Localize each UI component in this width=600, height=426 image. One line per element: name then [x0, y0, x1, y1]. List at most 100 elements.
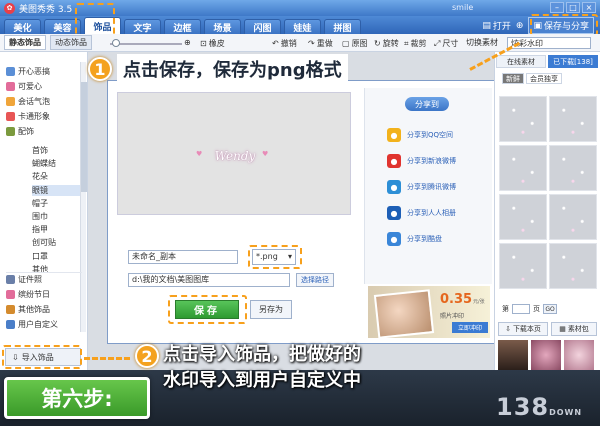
close-icon[interactable]: ×	[582, 2, 596, 13]
redo-button[interactable]: ↷ 重做	[308, 38, 333, 49]
window-controls: – □ ×	[550, 2, 596, 13]
go-button[interactable]: GO	[543, 304, 557, 314]
new-button[interactable]: ⊕	[516, 21, 524, 31]
user-name[interactable]: smile	[452, 3, 473, 12]
ad-unit: 元/张	[473, 299, 485, 305]
zoom-in-icon[interactable]: ⊕	[184, 38, 191, 47]
size-button[interactable]: ⤢ 尺寸	[434, 38, 458, 49]
material-thumbnail[interactable]	[549, 96, 597, 142]
sidebar-item-1[interactable]: 可爱心	[6, 81, 42, 92]
sidebar-bottom-item-0[interactable]: 证件照	[6, 274, 42, 285]
sidebar-bottom-item-1[interactable]: 缤纷节日	[6, 289, 50, 300]
switch-material-label: 切换素材	[466, 38, 498, 47]
material-thumbnail[interactable]	[498, 340, 528, 370]
sidebar-subitem-8[interactable]: 口罩	[32, 251, 48, 262]
filter-member[interactable]: 会员独享	[526, 73, 562, 84]
sidebar-item-3[interactable]: 卡通形象	[6, 111, 50, 122]
tab-8[interactable]: 拼图	[324, 19, 361, 34]
step2-number: 2	[135, 344, 159, 368]
tab-7[interactable]: 娃娃	[284, 19, 321, 34]
tab-animated-decor[interactable]: 动态饰品	[50, 35, 92, 50]
watermark-preview-text: Wendy	[214, 148, 256, 163]
sidebar-scrollbar[interactable]	[80, 62, 87, 332]
minimize-icon[interactable]: –	[550, 2, 564, 13]
import-highlight	[2, 345, 82, 369]
tab-6[interactable]: 闪图	[244, 19, 281, 34]
save-button-highlight	[168, 295, 247, 324]
filename-input[interactable]: 未命名_副本	[128, 250, 238, 264]
sidebar-bottom-item-3[interactable]: 用户自定义	[6, 319, 58, 330]
sidebar-subitem-7[interactable]: 创可贴	[32, 237, 56, 248]
tab-online-material[interactable]: 在线素材	[496, 55, 546, 68]
print-now-button[interactable]: 立即冲印	[452, 322, 488, 333]
material-thumbnail[interactable]	[499, 243, 547, 289]
tab-0[interactable]: 美化	[4, 19, 41, 34]
tab-static-decor[interactable]: 静态饰品	[4, 35, 46, 50]
choose-path-button[interactable]: 选择路径	[296, 273, 334, 287]
eraser-button[interactable]: ⊡ 橡皮	[200, 38, 225, 49]
material-pack-button[interactable]: ▦ 素材包	[551, 322, 597, 336]
sidebar-item-0[interactable]: 开心恶搞	[6, 66, 50, 77]
zoom-slider-track[interactable]	[110, 43, 182, 45]
weibo-icon: ●	[387, 154, 401, 168]
sidebar-subitem-1[interactable]: 蝴蝶结	[32, 158, 56, 169]
material-thumbnail[interactable]	[549, 145, 597, 191]
actual-size-button[interactable]: ▢ 原图	[342, 38, 368, 49]
step1-callout: 点击保存，保存为png格式	[117, 54, 348, 84]
sidebar-subitem-0[interactable]: 首饰	[32, 145, 48, 156]
material-thumbnail[interactable]	[531, 340, 561, 370]
accessory-icon	[6, 127, 15, 136]
redo-icon: ↷	[308, 39, 315, 48]
open-button[interactable]: ▤ 打开	[482, 19, 511, 33]
sidebar-scroll-thumb[interactable]	[81, 82, 87, 192]
other-decor-icon	[6, 305, 15, 314]
zoom-slider-handle[interactable]	[112, 39, 120, 47]
actual-size-icon: ▢	[342, 39, 350, 48]
save-path-input[interactable]: d:\我的文档\美图图库	[128, 273, 290, 287]
sidebar-subitem-4[interactable]: 帽子	[32, 198, 48, 209]
sidebar-subitem-2[interactable]: 花朵	[32, 171, 48, 182]
rotate-icon: ↻	[374, 39, 381, 48]
sidebar-subitem-6[interactable]: 指甲	[32, 224, 48, 235]
page-number-input[interactable]	[512, 304, 530, 314]
material-thumbnail[interactable]	[499, 145, 547, 191]
tab-3[interactable]: 文字	[124, 19, 161, 34]
share-item-0[interactable]: ● 分享到QQ空间	[387, 128, 453, 142]
speech-bubble-icon	[6, 97, 15, 106]
material-thumbnail[interactable]	[564, 340, 594, 370]
material-thumbnail[interactable]	[499, 96, 547, 142]
tab-downloaded[interactable]: 已下载[138]	[548, 55, 598, 68]
material-thumbnail[interactable]	[549, 194, 597, 240]
sidebar-bottom-item-2[interactable]: 其他饰品	[6, 304, 50, 315]
id-photo-icon	[6, 275, 15, 284]
sidebar-item-4[interactable]: 配饰	[6, 126, 34, 137]
share-item-2[interactable]: ● 分享到腾讯微博	[387, 180, 456, 194]
rotate-button[interactable]: ↻ 旋转	[374, 38, 399, 49]
share-item-4[interactable]: ● 分享到酷盘	[387, 232, 442, 246]
thumbnail-pattern	[500, 146, 546, 190]
sidebar-subitem-5[interactable]: 围巾	[32, 211, 48, 222]
festival-icon	[6, 290, 15, 299]
share-item-1[interactable]: ● 分享到新浪微博	[387, 154, 456, 168]
material-thumbnail[interactable]	[499, 194, 547, 240]
crop-button[interactable]: ⌗ 裁剪	[404, 38, 427, 49]
sidebar-item-2[interactable]: 会话气泡	[6, 96, 50, 107]
tab-5[interactable]: 场景	[204, 19, 241, 34]
sidebar-subitem-3[interactable]: 眼镜	[32, 184, 80, 196]
share-item-3[interactable]: ● 分享到人人相册	[387, 206, 456, 220]
package-icon: ▦	[559, 325, 566, 333]
download-page-button[interactable]: ⇩ 下载本页	[498, 322, 548, 336]
renren-icon: ●	[387, 206, 401, 220]
user-custom-icon	[6, 320, 15, 329]
share-header: 分享到	[405, 97, 449, 111]
material-thumbnail[interactable]	[549, 243, 597, 289]
filter-new[interactable]: 新鲜	[502, 73, 524, 84]
tab-4[interactable]: 边框	[164, 19, 201, 34]
undo-icon: ↶	[272, 39, 279, 48]
save-as-button[interactable]: 另存为	[250, 300, 292, 319]
add-icon: ⊕	[515, 20, 524, 31]
download-icon: ⇩	[505, 325, 511, 333]
undo-button[interactable]: ↶ 撤销	[272, 38, 297, 49]
eraser-icon: ⊡	[200, 39, 207, 48]
maximize-icon[interactable]: □	[566, 2, 580, 13]
